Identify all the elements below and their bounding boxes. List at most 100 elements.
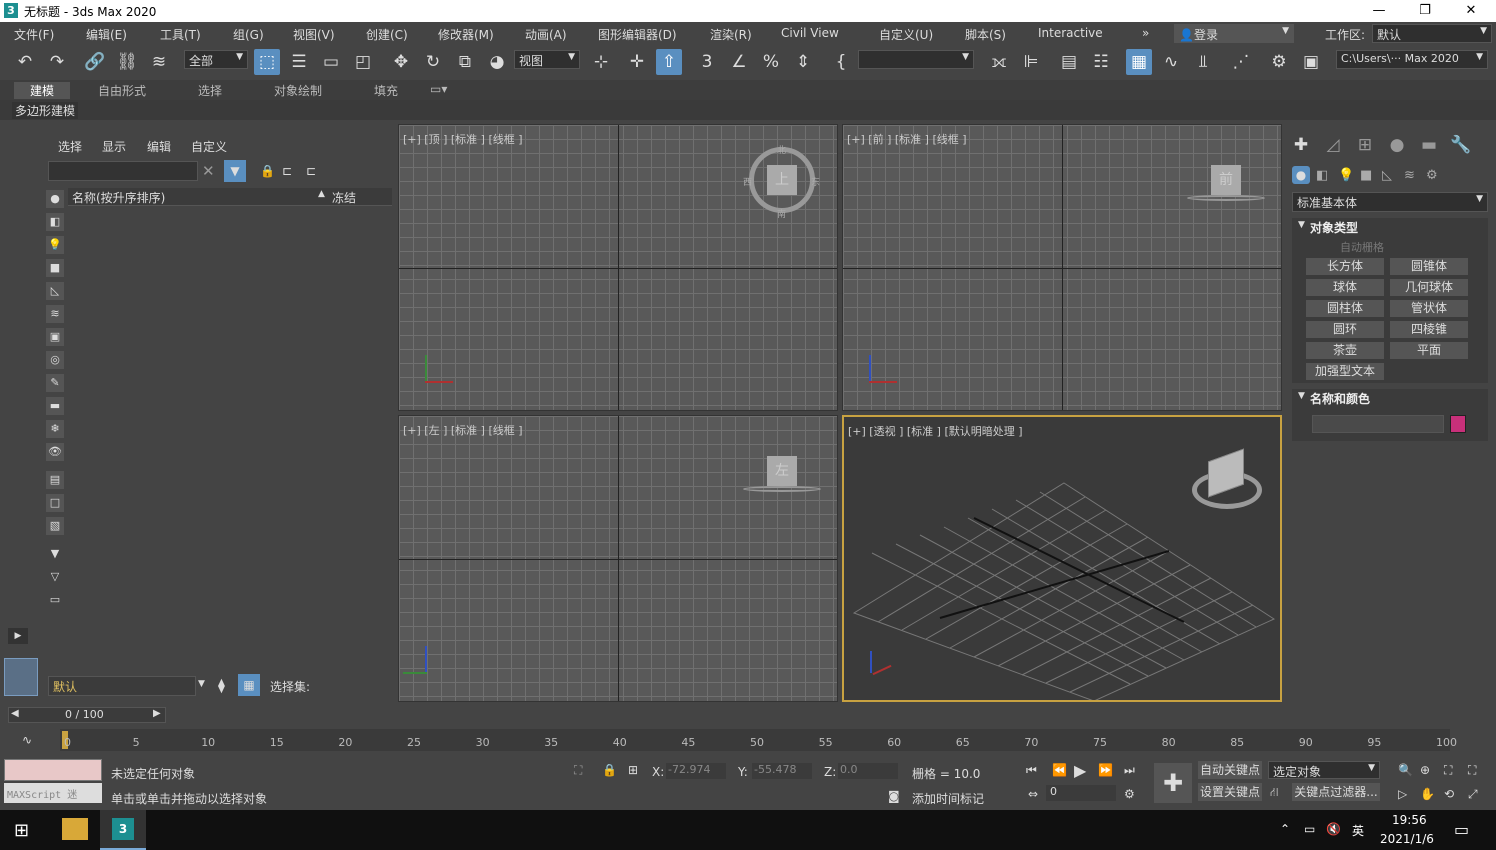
undo-icon[interactable]: ↶	[12, 49, 38, 75]
set-key-button[interactable]: 设置关键点	[1198, 783, 1262, 801]
layers-icon[interactable]: ⧫	[218, 678, 225, 694]
column-name-header[interactable]: 名称(按升序排序)	[72, 189, 165, 206]
ribbon-tab-freeform[interactable]: 自由形式	[98, 82, 146, 99]
display-shapes-icon[interactable]: ◧	[46, 213, 64, 231]
absolute-mode-icon[interactable]: ⊞	[628, 763, 638, 777]
maxscript-listener[interactable]	[4, 759, 102, 781]
rendered-frame-icon[interactable]: ▣	[1298, 49, 1324, 75]
key-filters-button[interactable]: 关键点过滤器...	[1292, 783, 1380, 801]
menu-interactive[interactable]: Interactive	[1038, 26, 1103, 40]
object-name-input[interactable]	[1312, 415, 1444, 433]
edit-named-sel-icon[interactable]: {	[828, 49, 854, 75]
collapse-icon[interactable]: ▼	[1298, 220, 1305, 230]
snaps-toggle-icon[interactable]: 3	[694, 49, 720, 75]
viewcube-ring[interactable]	[1187, 195, 1265, 201]
clear-search-icon[interactable]: ✕	[202, 162, 215, 180]
x-coord-field[interactable]: -72.974	[666, 763, 726, 779]
goto-end-icon[interactable]: ⏭	[1124, 763, 1135, 778]
pan-icon[interactable]: ✋	[1420, 787, 1435, 801]
menu-edit[interactable]: 编辑(E)	[86, 26, 127, 43]
sphere-button[interactable]: 球体	[1306, 279, 1384, 296]
file-explorer-icon[interactable]	[62, 818, 88, 840]
category-dropdown[interactable]: 标准基本体 ▼	[1292, 192, 1488, 212]
viewport-label[interactable]: [+] [顶 ] [标准 ] [线框 ]	[403, 131, 523, 147]
display-geometry-icon[interactable]: ●	[46, 190, 64, 208]
explorer-search-input[interactable]	[48, 161, 198, 181]
key-filter-icon[interactable]: ⛙	[1270, 785, 1278, 801]
menu-group[interactable]: 组(G)	[233, 26, 264, 43]
clock-date[interactable]: 2021/1/6	[1380, 832, 1434, 846]
curve-editor-mini-icon[interactable]: ∿	[22, 733, 32, 747]
panel-icon[interactable]: ▭	[46, 591, 64, 609]
display-none-icon[interactable]: □	[46, 494, 64, 512]
geosphere-button[interactable]: 几何球体	[1390, 279, 1468, 296]
viewport-label[interactable]: [+] [左 ] [标准 ] [线框 ]	[403, 422, 523, 438]
set-key-big-icon[interactable]: ✚	[1154, 763, 1192, 803]
layer-dropdown[interactable]: 默认	[48, 676, 196, 696]
spacewarps-icon[interactable]: ≋	[1404, 168, 1415, 183]
add-time-tag[interactable]: 添加时间标记	[912, 790, 984, 807]
ribbon-tab-modeling[interactable]: 建模	[14, 82, 70, 99]
display-invert-icon[interactable]: ▧	[46, 517, 64, 535]
expand-icon[interactable]: ▶	[8, 628, 28, 644]
display-panel-icon[interactable]: ▬	[1416, 132, 1442, 158]
tube-button[interactable]: 管状体	[1390, 300, 1468, 317]
explorer-tab-display[interactable]: 显示	[102, 138, 126, 155]
viewport-top[interactable]: [+] [顶 ] [标准 ] [线框 ] 上 北 南 东 西	[398, 124, 838, 411]
helpers-icon[interactable]: ◺	[1382, 168, 1392, 183]
scale-icon[interactable]: ⧉	[452, 49, 478, 75]
filter-icon[interactable]: ▽	[46, 568, 64, 586]
angle-snap-icon[interactable]: ∠	[726, 49, 752, 75]
display-cameras-icon[interactable]: ■	[46, 259, 64, 277]
close-button[interactable]: ✕	[1448, 0, 1494, 22]
time-config-icon[interactable]: ⚙	[1124, 787, 1135, 801]
clock-time[interactable]: 19:56	[1392, 813, 1427, 827]
auto-grid-checkbox[interactable]: 自动栅格	[1340, 239, 1384, 255]
select-by-name-icon[interactable]: ☰	[286, 49, 312, 75]
network-icon[interactable]: ▭	[1304, 822, 1315, 836]
menu-view[interactable]: 视图(V)	[293, 26, 335, 43]
display-xrefs-icon[interactable]: ◎	[46, 351, 64, 369]
rollout-title[interactable]: 名称和颜色	[1310, 390, 1370, 407]
text-plus-button[interactable]: 加强型文本	[1306, 363, 1384, 380]
mirror-icon[interactable]: ⟗	[986, 49, 1012, 75]
motion-panel-icon[interactable]: ●	[1384, 132, 1410, 158]
viewcube[interactable]: 前	[1211, 165, 1241, 195]
time-tag-icon[interactable]: ◙	[888, 789, 900, 803]
redo-icon[interactable]: ↷	[44, 49, 70, 75]
hierarchy-icon[interactable]: ⊏	[282, 164, 292, 178]
ribbon-tab-object-paint[interactable]: 对象绘制	[274, 82, 322, 99]
explorer-tab-customize[interactable]: 自定义	[191, 138, 227, 155]
cameras-icon[interactable]: ■	[1360, 168, 1372, 183]
display-bones-icon[interactable]: ✎	[46, 374, 64, 392]
minimize-button[interactable]: —	[1356, 0, 1402, 22]
3dsmax-taskbar-button[interactable]: 3	[100, 810, 146, 850]
viewport-perspective[interactable]: [+] [透视 ] [标准 ] [默认明暗处理 ]	[842, 415, 1282, 702]
ribbon-tab-populate[interactable]: 填充	[374, 82, 398, 99]
current-frame-field[interactable]: 0	[1046, 785, 1116, 801]
torus-button[interactable]: 圆环	[1306, 321, 1384, 338]
rotate-icon[interactable]: ↻	[420, 49, 446, 75]
hierarchy-panel-icon[interactable]: ⊞	[1352, 132, 1378, 158]
zoom-extents-icon[interactable]: ⛶	[1444, 763, 1452, 778]
place-icon[interactable]: ◕	[484, 49, 510, 75]
next-frame-icon[interactable]: ⏩	[1098, 763, 1113, 777]
unlink-icon[interactable]: ⛓	[114, 49, 140, 75]
toggle-ribbon-icon[interactable]: ▦	[1126, 49, 1152, 75]
viewcube[interactable]: 上	[767, 165, 797, 195]
windows-start-icon[interactable]: ⊞	[14, 820, 29, 841]
viewport-label[interactable]: [+] [前 ] [标准 ] [线框 ]	[847, 131, 967, 147]
named-selection-dropdown[interactable]: ▼	[858, 50, 974, 69]
project-folder-dropdown[interactable]: C:\Users\··· Max 2020 ▼	[1336, 50, 1488, 69]
pyramid-button[interactable]: 四棱锥	[1390, 321, 1468, 338]
maximize-viewport-icon[interactable]: ⤢	[1468, 787, 1478, 802]
viewport-front[interactable]: [+] [前 ] [标准 ] [线框 ] 前	[842, 124, 1282, 411]
schematic-view-icon[interactable]: ⫫	[1190, 49, 1216, 75]
goto-start-icon[interactable]: ⏮	[1026, 763, 1037, 778]
display-groups-icon[interactable]: ▣	[46, 328, 64, 346]
explorer-tab-select[interactable]: 选择	[58, 138, 82, 155]
box-button[interactable]: 长方体	[1306, 258, 1384, 275]
filter-icon[interactable]: ▼	[224, 160, 246, 182]
maximize-button[interactable]: ❐	[1402, 0, 1448, 22]
display-lights-icon[interactable]: 💡	[46, 236, 64, 254]
